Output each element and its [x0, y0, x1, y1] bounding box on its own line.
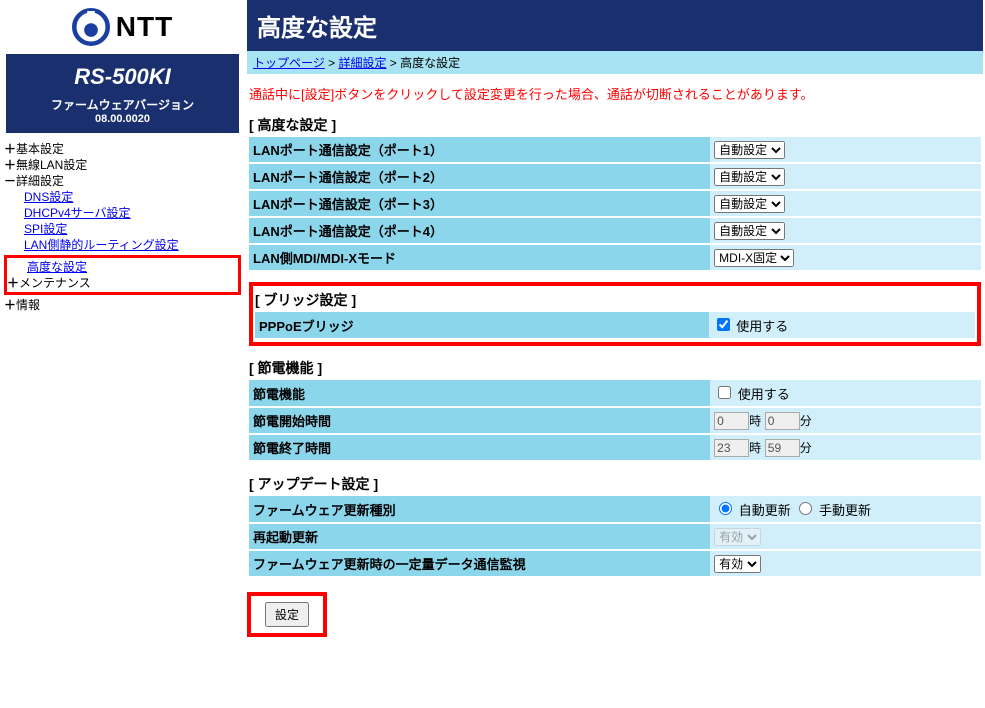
nav-spi[interactable]: SPI設定	[4, 221, 241, 237]
ntt-logo-icon	[72, 8, 110, 46]
model-name: RS-500KI	[10, 64, 235, 90]
section-title-advanced: [ 高度な設定 ]	[249, 113, 981, 137]
radio-auto-update[interactable]	[719, 502, 732, 515]
radio-manual-update[interactable]	[799, 502, 812, 515]
row-lan3: LANポート通信設定（ポート3）自動設定	[249, 190, 981, 217]
nav-maint[interactable]: ＋メンテナンス	[7, 275, 238, 291]
highlight-advanced: 高度な設定 ＋メンテナンス	[4, 255, 241, 295]
select-lan4[interactable]: 自動設定	[714, 222, 785, 240]
expand-icon: ＋	[7, 275, 19, 291]
input-start-hour[interactable]	[714, 412, 749, 430]
breadcrumb-here: 高度な設定	[400, 56, 460, 70]
fw-version: 08.00.0020	[10, 113, 235, 125]
page-title: 高度な設定	[247, 0, 983, 51]
checkbox-power[interactable]	[718, 386, 731, 399]
brand-name: NTT	[116, 11, 173, 43]
model-box: RS-500KI ファームウェアバージョン 08.00.0020	[6, 54, 239, 133]
row-monitor: ファームウェア更新時の一定量データ通信監視有効	[249, 550, 981, 577]
logo: NTT	[0, 0, 245, 50]
select-mdi[interactable]: MDI-X固定	[714, 249, 794, 267]
nav-dns[interactable]: DNS設定	[4, 189, 241, 205]
row-reboot: 再起動更新有効	[249, 523, 981, 550]
nav-advanced[interactable]: 高度な設定	[7, 259, 238, 275]
submit-button[interactable]: 設定	[265, 602, 309, 627]
section-title-update: [ アップデート設定 ]	[249, 472, 981, 496]
row-lan2: LANポート通信設定（ポート2）自動設定	[249, 163, 981, 190]
select-lan1[interactable]: 自動設定	[714, 141, 785, 159]
expand-icon: ＋	[4, 297, 16, 313]
select-lan2[interactable]: 自動設定	[714, 168, 785, 186]
highlight-bridge: [ ブリッジ設定 ] PPPoEブリッジ 使用する	[249, 282, 981, 346]
collapse-icon: －	[4, 173, 16, 189]
select-monitor[interactable]: 有効	[714, 555, 761, 573]
breadcrumb-top[interactable]: トップページ	[253, 56, 325, 70]
input-end-min[interactable]	[765, 439, 800, 457]
row-power: 節電機能 使用する	[249, 380, 981, 407]
nav-dhcp[interactable]: DHCPv4サーバ設定	[4, 205, 241, 221]
nav-wlan[interactable]: ＋無線LAN設定	[4, 157, 241, 173]
section-power: [ 節電機能 ] 節電機能 使用する 節電開始時間時 分 節電終了時間時 分	[249, 356, 981, 462]
row-power-end: 節電終了時間時 分	[249, 434, 981, 461]
select-lan3[interactable]: 自動設定	[714, 195, 785, 213]
checkbox-pppoe[interactable]	[717, 318, 730, 331]
nav-basic[interactable]: ＋基本設定	[4, 141, 241, 157]
fw-label: ファームウェアバージョン	[10, 96, 235, 113]
section-update: [ アップデート設定 ] ファームウェア更新種別 自動更新 手動更新 再起動更新…	[249, 472, 981, 578]
input-start-min[interactable]	[765, 412, 800, 430]
expand-icon: ＋	[4, 141, 16, 157]
row-lan1: LANポート通信設定（ポート1）自動設定	[249, 137, 981, 163]
nav-info[interactable]: ＋情報	[4, 297, 241, 313]
section-bridge: [ ブリッジ設定 ] PPPoEブリッジ 使用する	[249, 282, 981, 346]
warning-text: 通話中に[設定]ボタンをクリックして設定変更を行った場合、通話が切断されることが…	[247, 74, 983, 113]
input-end-hour[interactable]	[714, 439, 749, 457]
row-lan4: LANポート通信設定（ポート4）自動設定	[249, 217, 981, 244]
section-title-power: [ 節電機能 ]	[249, 356, 981, 380]
breadcrumb: トップページ > 詳細設定 > 高度な設定	[247, 51, 983, 74]
select-reboot[interactable]: 有効	[714, 528, 761, 546]
expand-icon: ＋	[4, 157, 16, 173]
highlight-submit: 設定	[247, 592, 327, 637]
row-mdi: LAN側MDI/MDI-XモードMDI-X固定	[249, 244, 981, 271]
nav-routing[interactable]: LAN側静的ルーティング設定	[4, 237, 241, 253]
row-pppoe: PPPoEブリッジ 使用する	[255, 312, 975, 339]
section-title-bridge: [ ブリッジ設定 ]	[255, 288, 975, 312]
breadcrumb-detail[interactable]: 詳細設定	[338, 56, 386, 70]
section-advanced: [ 高度な設定 ] LANポート通信設定（ポート1）自動設定 LANポート通信設…	[249, 113, 981, 272]
row-power-start: 節電開始時間時 分	[249, 407, 981, 434]
row-fw-type: ファームウェア更新種別 自動更新 手動更新	[249, 496, 981, 523]
nav-detail[interactable]: －詳細設定	[4, 173, 241, 189]
nav: ＋基本設定 ＋無線LAN設定 －詳細設定 DNS設定 DHCPv4サーバ設定 S…	[0, 141, 245, 313]
